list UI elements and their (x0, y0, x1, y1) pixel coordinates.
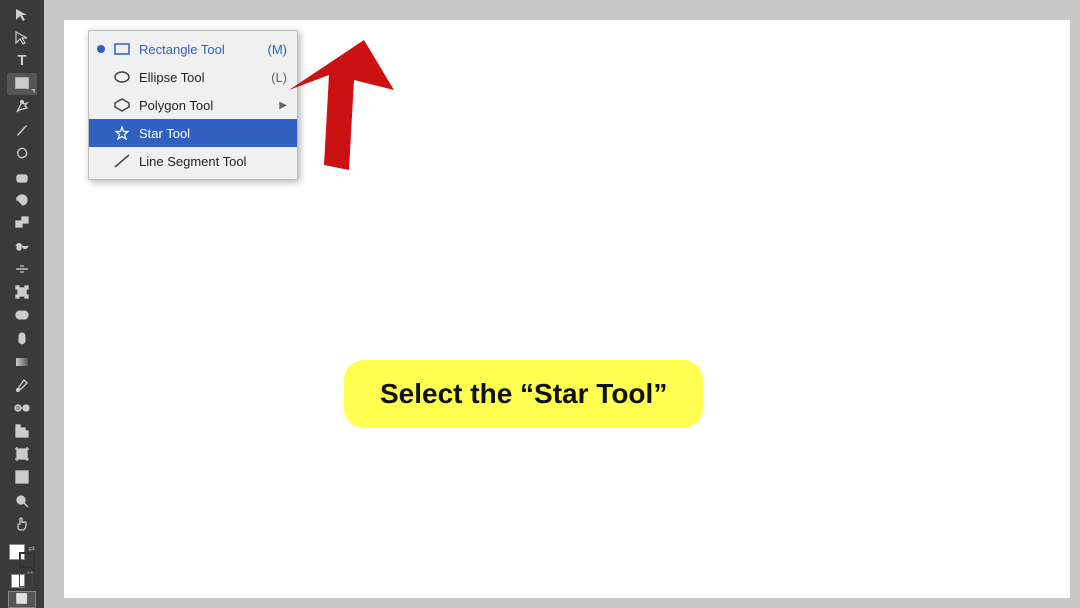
tool-width[interactable] (7, 259, 37, 280)
tool-shape-builder[interactable] (7, 305, 37, 326)
polygon-tool-label: Polygon Tool (139, 98, 267, 113)
canvas-area: Rectangle Tool (M) Ellipse Tool (L) Poly… (44, 0, 1080, 608)
tool-direct-select[interactable] (7, 27, 37, 48)
rectangle-shortcut: (M) (268, 42, 288, 57)
tool-paint[interactable] (7, 328, 37, 349)
screen-mode-button[interactable]: ⬜ (8, 591, 36, 608)
check-indicator (97, 45, 105, 53)
tool-gradient[interactable] (7, 351, 37, 372)
menu-item-rectangle[interactable]: Rectangle Tool (M) (89, 35, 297, 63)
polygon-icon (113, 96, 131, 114)
tool-slice[interactable] (7, 467, 37, 488)
swap-colors-icon[interactable]: ⇄ (28, 544, 35, 553)
tool-pencil[interactable] (7, 120, 37, 141)
star-icon (113, 124, 131, 142)
menu-item-line[interactable]: Line Segment Tool (89, 147, 297, 175)
ellipse-tool-label: Ellipse Tool (139, 70, 263, 85)
tool-selection[interactable] (7, 4, 37, 25)
polygon-submenu-arrow: ▶ (279, 100, 287, 111)
star-tool-label: Star Tool (139, 126, 287, 141)
tool-free-transform[interactable] (7, 282, 37, 303)
instruction-tooltip: Select the “Star Tool” (344, 360, 703, 428)
line-tool-label: Line Segment Tool (139, 154, 287, 169)
tool-scale[interactable] (7, 212, 37, 233)
tool-blend[interactable] (7, 397, 37, 418)
menu-item-ellipse[interactable]: Ellipse Tool (L) (89, 63, 297, 91)
tool-warp[interactable] (7, 235, 37, 256)
rectangle-tool-label: Rectangle Tool (139, 42, 260, 57)
tool-eraser[interactable] (7, 166, 37, 187)
tool-chart[interactable] (7, 421, 37, 442)
menu-item-polygon[interactable]: Polygon Tool ▶ (89, 91, 297, 119)
tool-eyedropper[interactable] (7, 374, 37, 395)
tool-shape[interactable] (7, 73, 37, 94)
toolbar: T (0, 0, 44, 608)
tool-hand[interactable] (7, 513, 37, 534)
tool-type[interactable]: T (7, 50, 37, 71)
ellipse-shortcut: (L) (271, 70, 287, 85)
menu-item-star[interactable]: Star Tool (89, 119, 297, 147)
tool-pen[interactable] (7, 97, 37, 118)
tool-blob[interactable] (7, 143, 37, 164)
tool-rotate[interactable] (7, 189, 37, 210)
line-icon (113, 152, 131, 170)
instruction-text: Select the “Star Tool” (380, 378, 667, 409)
shape-tool-dropdown: Rectangle Tool (M) Ellipse Tool (L) Poly… (88, 30, 298, 180)
ellipse-icon (113, 68, 131, 86)
tool-artboard[interactable] (7, 444, 37, 465)
tool-zoom[interactable] (7, 490, 37, 511)
rectangle-icon (113, 40, 131, 58)
color-none-indicator: ↔ (11, 574, 33, 587)
color-swatches: ⇄ (9, 540, 35, 568)
